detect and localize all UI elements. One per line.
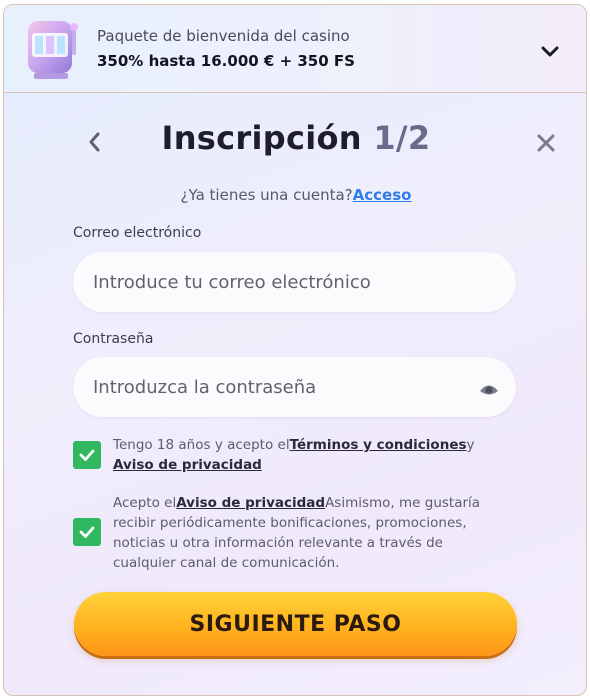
checkmark-icon bbox=[79, 449, 95, 461]
registration-modal: Paquete de bienvenida del casino 350% ha… bbox=[3, 4, 587, 696]
checkmark-icon bbox=[79, 526, 95, 538]
email-placeholder: Introduce tu correo electrónico bbox=[93, 271, 371, 293]
consent1-pre: Tengo 18 años y acepto el bbox=[113, 437, 290, 453]
next-step-button[interactable]: SIGUIENTE PASO bbox=[74, 592, 517, 656]
title-text: Inscripción bbox=[161, 119, 362, 157]
bonus-title: 350% hasta 16.000 € + 350 FS bbox=[97, 52, 355, 70]
marketing-consent-checkbox[interactable] bbox=[73, 518, 101, 546]
terms-link[interactable]: Términos y condiciones bbox=[290, 437, 467, 453]
email-field[interactable]: Introduce tu correo electrónico bbox=[73, 252, 516, 312]
privacy-link[interactable]: Aviso de privacidad bbox=[113, 457, 262, 473]
login-prompt: ¿Ya tienes una cuenta?Acceso bbox=[4, 186, 586, 204]
login-prompt-text: ¿Ya tienes una cuenta? bbox=[180, 186, 353, 204]
welcome-bonus-banner[interactable]: Paquete de bienvenida del casino 350% ha… bbox=[4, 5, 586, 93]
consent2-pre: Acepto el bbox=[113, 495, 177, 511]
chevron-down-icon[interactable] bbox=[539, 40, 561, 62]
privacy-link-2[interactable]: Aviso de privacidad bbox=[176, 495, 325, 511]
close-icon bbox=[537, 134, 555, 152]
age-terms-consent-text: Tengo 18 años y acepto elTérminos y cond… bbox=[113, 435, 505, 475]
password-label: Contraseña bbox=[73, 331, 154, 347]
marketing-consent-text: Acepto elAviso de privacidadAsimismo, me… bbox=[113, 493, 505, 573]
page-title: Inscripción 1/2 bbox=[4, 119, 586, 157]
slot-machine-icon bbox=[22, 15, 82, 83]
close-button[interactable] bbox=[532, 129, 560, 157]
password-field[interactable]: Introduzca la contraseña bbox=[73, 357, 516, 417]
age-terms-checkbox[interactable] bbox=[73, 441, 101, 469]
email-label: Correo electrónico bbox=[73, 225, 202, 241]
bonus-subtitle: Paquete de bienvenida del casino bbox=[97, 27, 350, 45]
step-indicator: 1/2 bbox=[373, 119, 431, 157]
password-placeholder: Introduzca la contraseña bbox=[93, 376, 317, 398]
consent1-mid: y bbox=[466, 437, 475, 453]
eye-icon[interactable] bbox=[478, 378, 500, 400]
login-link[interactable]: Acceso bbox=[353, 186, 412, 204]
